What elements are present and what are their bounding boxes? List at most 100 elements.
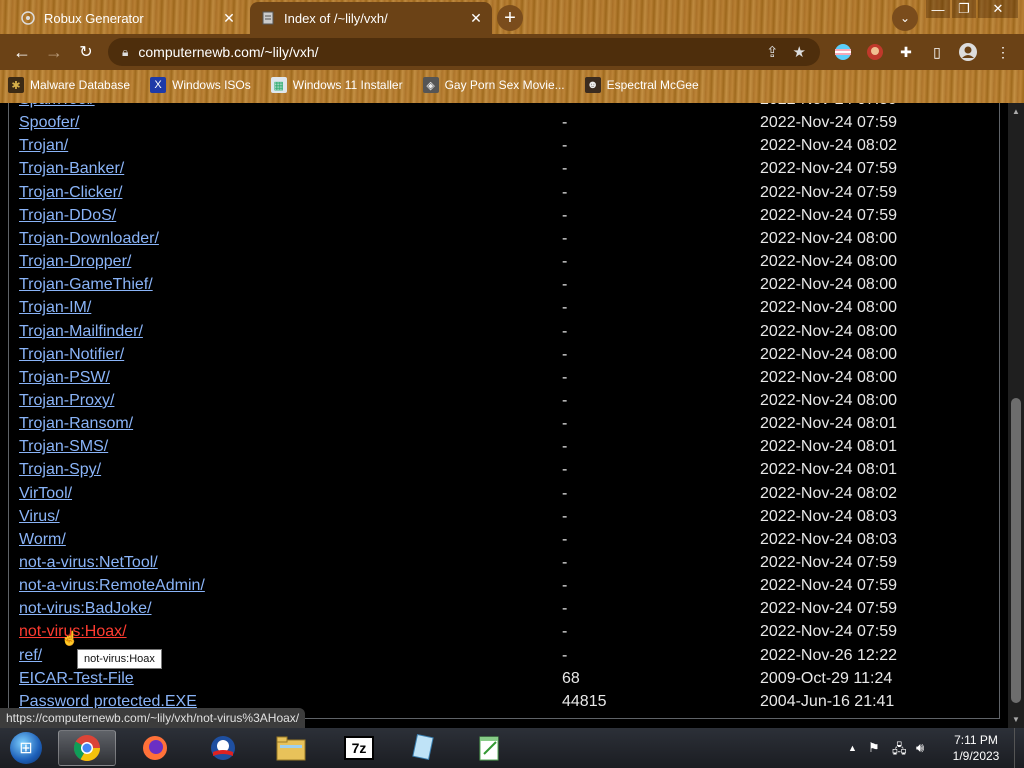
extensions-puzzle-icon[interactable]: ✚ — [896, 42, 916, 62]
table-row: Trojan-Spy/ - 2022-Nov-24 08:01 — [19, 461, 999, 484]
scroll-down-arrow-icon[interactable]: ▼ — [1012, 715, 1020, 724]
file-link[interactable]: VirTool/ — [19, 485, 72, 503]
reload-button[interactable]: ↻ — [74, 40, 98, 64]
file-link[interactable]: Trojan-Notifier/ — [19, 346, 124, 364]
file-link[interactable]: EICAR-Test-File — [19, 670, 134, 688]
file-size: - — [562, 137, 568, 155]
file-link[interactable]: Trojan-Banker/ — [19, 160, 124, 178]
file-link[interactable]: Trojan-PSW/ — [19, 369, 110, 387]
scroll-up-arrow-icon[interactable]: ▲ — [1012, 107, 1020, 116]
file-link[interactable]: Trojan-GameThief/ — [19, 276, 153, 294]
table-row: not-virus:BadJoke/ - 2022-Nov-24 07:59 — [19, 600, 999, 623]
file-link[interactable]: Trojan-Mailfinder/ — [19, 323, 143, 341]
tab-robux-generator[interactable]: Robux Generator ✕ — [10, 2, 245, 34]
close-tab-icon[interactable]: ✕ — [219, 10, 239, 27]
file-link[interactable]: Trojan-IM/ — [19, 299, 91, 317]
profile-icon[interactable] — [958, 42, 978, 62]
network-icon[interactable]: 🖧︎ — [892, 740, 907, 762]
last-modified: 2022-Nov-24 08:02 — [760, 484, 897, 502]
file-size: - — [562, 600, 568, 618]
file-link[interactable]: Trojan-Downloader/ — [19, 230, 159, 248]
file-link[interactable]: Trojan-Spy/ — [19, 461, 101, 479]
taskbar-notepad-plus-plus[interactable] — [460, 730, 518, 766]
restore-button[interactable]: ❐ — [952, 0, 976, 18]
scrollbar-thumb[interactable] — [1011, 398, 1021, 703]
file-size: - — [562, 391, 568, 409]
firefox-icon — [143, 736, 167, 760]
file-link[interactable]: Trojan-Clicker/ — [19, 184, 122, 202]
back-button[interactable]: ← — [10, 40, 34, 64]
taskbar-firefox[interactable] — [126, 730, 184, 766]
minimize-button[interactable]: — — [926, 0, 950, 18]
file-link[interactable]: not-a-virus:RemoteAdmin/ — [19, 577, 205, 595]
share-icon[interactable]: ⇪ — [766, 43, 779, 61]
last-modified: 2022-Nov-24 07:59 — [760, 600, 897, 618]
forward-button[interactable]: → — [42, 40, 66, 64]
vertical-scrollbar[interactable]: ▲ ▼ — [1008, 103, 1024, 728]
show-hidden-icons-icon[interactable]: ▲ — [848, 743, 857, 753]
file-size: - — [562, 415, 568, 433]
file-size: - — [562, 322, 568, 340]
site-icon: ◈ — [422, 77, 439, 93]
bookmark-gay-porn-sex-movie[interactable]: ◈ Gay Porn Sex Movie... — [415, 77, 565, 93]
last-modified: 2022-Nov-26 12:22 — [760, 646, 897, 664]
start-button[interactable]: ⊞ — [6, 730, 46, 766]
link-tooltip: not-virus:Hoax — [77, 649, 162, 669]
action-center-flag-icon[interactable]: ⚑ — [868, 740, 880, 756]
taskbar-obama-app[interactable] — [194, 730, 252, 766]
file-size: - — [562, 114, 568, 132]
file-link[interactable]: Trojan-Ransom/ — [19, 415, 133, 433]
side-panel-icon[interactable]: ▯ — [927, 42, 947, 62]
lock-icon[interactable]: 🔒︎ — [122, 45, 128, 60]
avatar-extension-icon[interactable] — [865, 42, 885, 62]
system-clock[interactable]: 7:11 PM 1/9/2023 — [944, 732, 1008, 764]
file-link[interactable]: ref/ — [19, 647, 42, 665]
table-row: Trojan-IM/ - 2022-Nov-24 08:00 — [19, 299, 999, 322]
file-link[interactable]: not-a-virus:NetTool/ — [19, 554, 158, 572]
flag-extension-icon[interactable] — [833, 42, 853, 62]
clock-date: 1/9/2023 — [952, 749, 1000, 763]
bookmark-malware-database[interactable]: ✱ Malware Database — [0, 77, 130, 93]
taskbar-chrome[interactable] — [58, 730, 116, 766]
tab-index-of-vxh[interactable]: Index of /~lily/vxh/ ✕ — [250, 2, 492, 34]
file-link[interactable]: Virus/ — [19, 508, 60, 526]
file-link[interactable]: Spoofer/ — [19, 114, 79, 132]
file-link[interactable]: Trojan-SMS/ — [19, 438, 108, 456]
file-link[interactable]: Trojan-Proxy/ — [19, 392, 114, 410]
bookmark-windows-11-installer[interactable]: ▦ Windows 11 Installer — [263, 77, 403, 93]
table-row: VirTool/ - 2022-Nov-24 08:02 — [19, 485, 999, 508]
taskbar-file-explorer[interactable] — [262, 730, 320, 766]
tab-search-button[interactable]: ⌄ — [892, 5, 918, 31]
show-desktop-button[interactable] — [1014, 728, 1024, 768]
taskbar-notepad[interactable] — [394, 730, 452, 766]
address-text[interactable]: computernewb.com/~lily/vxh/ — [138, 44, 766, 60]
file-link[interactable]: Trojan-DDoS/ — [19, 207, 116, 225]
bookmark-label: Windows 11 Installer — [292, 78, 403, 92]
file-link[interactable]: Worm/ — [19, 531, 66, 549]
file-link[interactable]: SpamTool/ — [19, 103, 95, 109]
last-modified: 2022-Nov-24 08:00 — [760, 391, 897, 409]
taskbar-7zip[interactable]: 7z — [330, 730, 388, 766]
bookmark-espectral-mcgee[interactable]: ☻ Espectral McGee — [577, 77, 699, 93]
file-size: - — [562, 554, 568, 571]
file-link[interactable]: Trojan/ — [19, 137, 68, 155]
address-bar[interactable]: 🔒︎ computernewb.com/~lily/vxh/ ⇪ ★ — [108, 38, 820, 66]
file-link[interactable]: not-virus:BadJoke/ — [19, 600, 152, 618]
menu-kebab-icon[interactable]: ⋮ — [993, 42, 1013, 62]
bookmark-windows-isos[interactable]: X Windows ISOs — [142, 77, 251, 93]
table-row: not-a-virus:RemoteAdmin/ - 2022-Nov-24 07:… — [19, 577, 999, 600]
file-size: - — [562, 577, 568, 595]
close-tab-icon[interactable]: ✕ — [466, 10, 486, 27]
file-size: - — [562, 484, 568, 502]
close-window-button[interactable]: ✕ — [978, 0, 1018, 18]
bookmark-label: Malware Database — [30, 78, 131, 92]
volume-icon[interactable]: 🔊︎ — [916, 740, 924, 756]
tab-title: Index of /~lily/vxh/ — [284, 10, 388, 26]
new-tab-button[interactable]: + — [497, 5, 523, 31]
campaign-logo-icon — [211, 736, 235, 760]
file-link[interactable]: Trojan-Dropper/ — [19, 253, 131, 271]
face-icon: ☻ — [584, 77, 601, 93]
file-size: - — [562, 646, 568, 664]
last-modified: 2022-Nov-24 08:00 — [760, 322, 897, 340]
bookmark-star-icon[interactable]: ★ — [793, 43, 806, 61]
